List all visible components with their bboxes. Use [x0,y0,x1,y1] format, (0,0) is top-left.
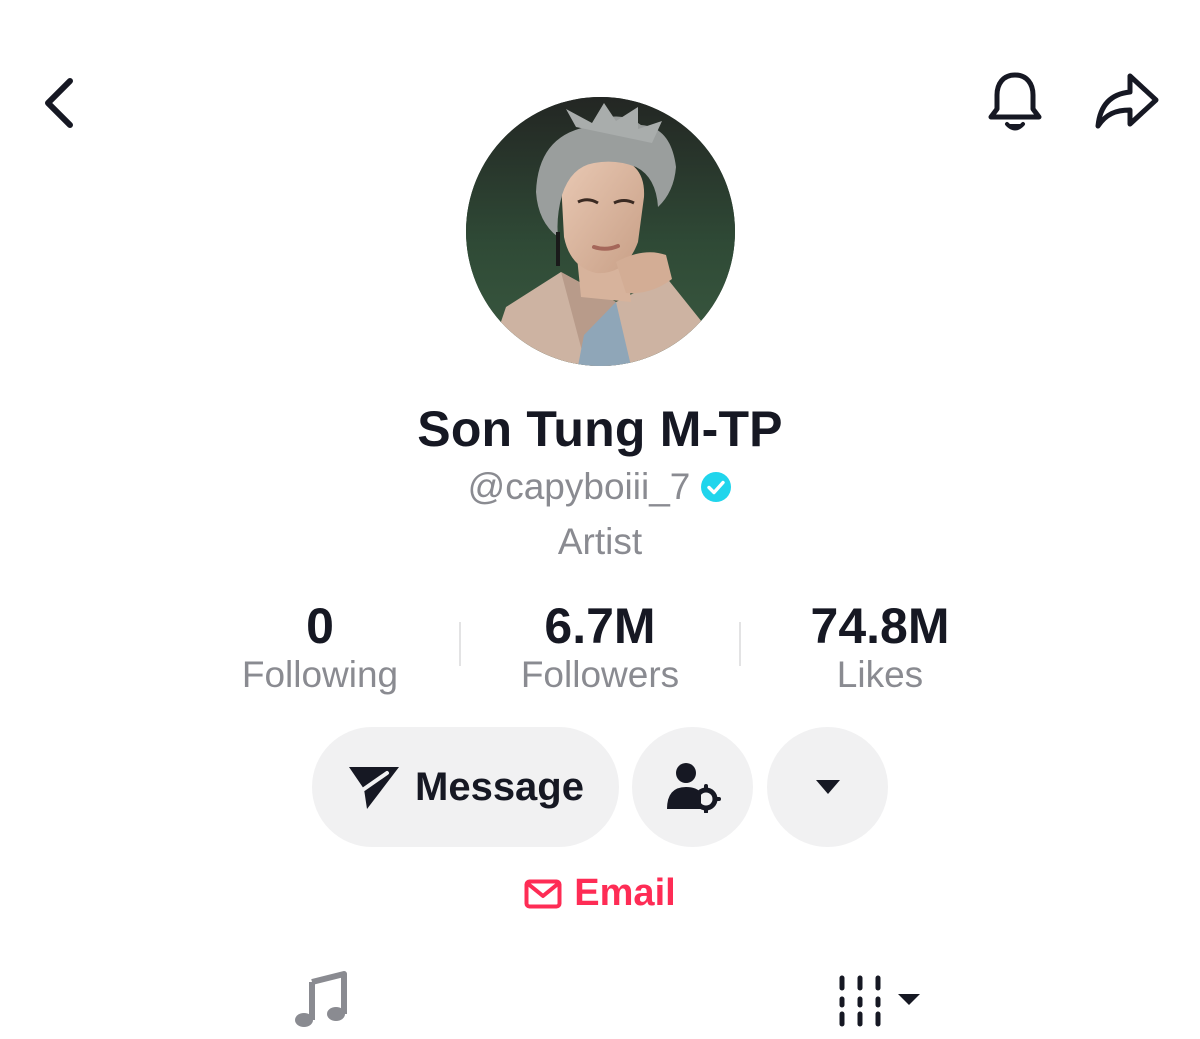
playlist-sort-icon [839,975,920,1027]
followers-label: Followers [520,654,680,695]
email-link[interactable]: Email [0,872,1200,915]
envelope-icon [524,879,562,908]
back-button[interactable] [28,70,88,136]
stat-divider [739,622,741,666]
username-handle: @capyboiii_7 [467,466,691,507]
profile-avatar[interactable] [466,97,735,366]
stat-following[interactable]: 0 Following [190,598,450,696]
music-note-icon [295,971,347,1027]
account-category: Artist [557,521,643,562]
stat-divider [459,622,461,666]
message-button[interactable]: Message [312,727,619,847]
user-settings-button[interactable] [632,727,753,847]
avatar-image [466,97,735,366]
followers-count: 6.7M [544,598,656,654]
email-label: Email [574,872,676,914]
likes-count: 74.8M [810,598,950,654]
handle-row: @capyboiii_7 [0,466,1200,508]
verified-badge-icon [700,471,732,503]
tab-music[interactable] [290,968,354,1032]
stat-followers[interactable]: 6.7M Followers [470,598,730,696]
bell-icon [988,72,1042,131]
display-name: Son Tung M-TP [417,401,783,457]
notification-bell-button[interactable] [982,66,1048,138]
likes-label: Likes [836,654,924,695]
share-arrow-icon [1095,73,1159,129]
tab-playlists[interactable] [830,970,930,1030]
chevron-left-icon [45,78,73,128]
following-count: 0 [306,598,334,654]
following-label: Following [241,654,399,695]
send-plane-icon [349,767,399,809]
stat-likes[interactable]: 74.8M Likes [750,598,1010,696]
user-settings-icon [666,763,721,813]
share-button[interactable] [1088,66,1166,138]
more-options-button[interactable] [767,727,888,847]
message-label: Message [415,764,584,809]
caret-down-icon [815,780,840,794]
